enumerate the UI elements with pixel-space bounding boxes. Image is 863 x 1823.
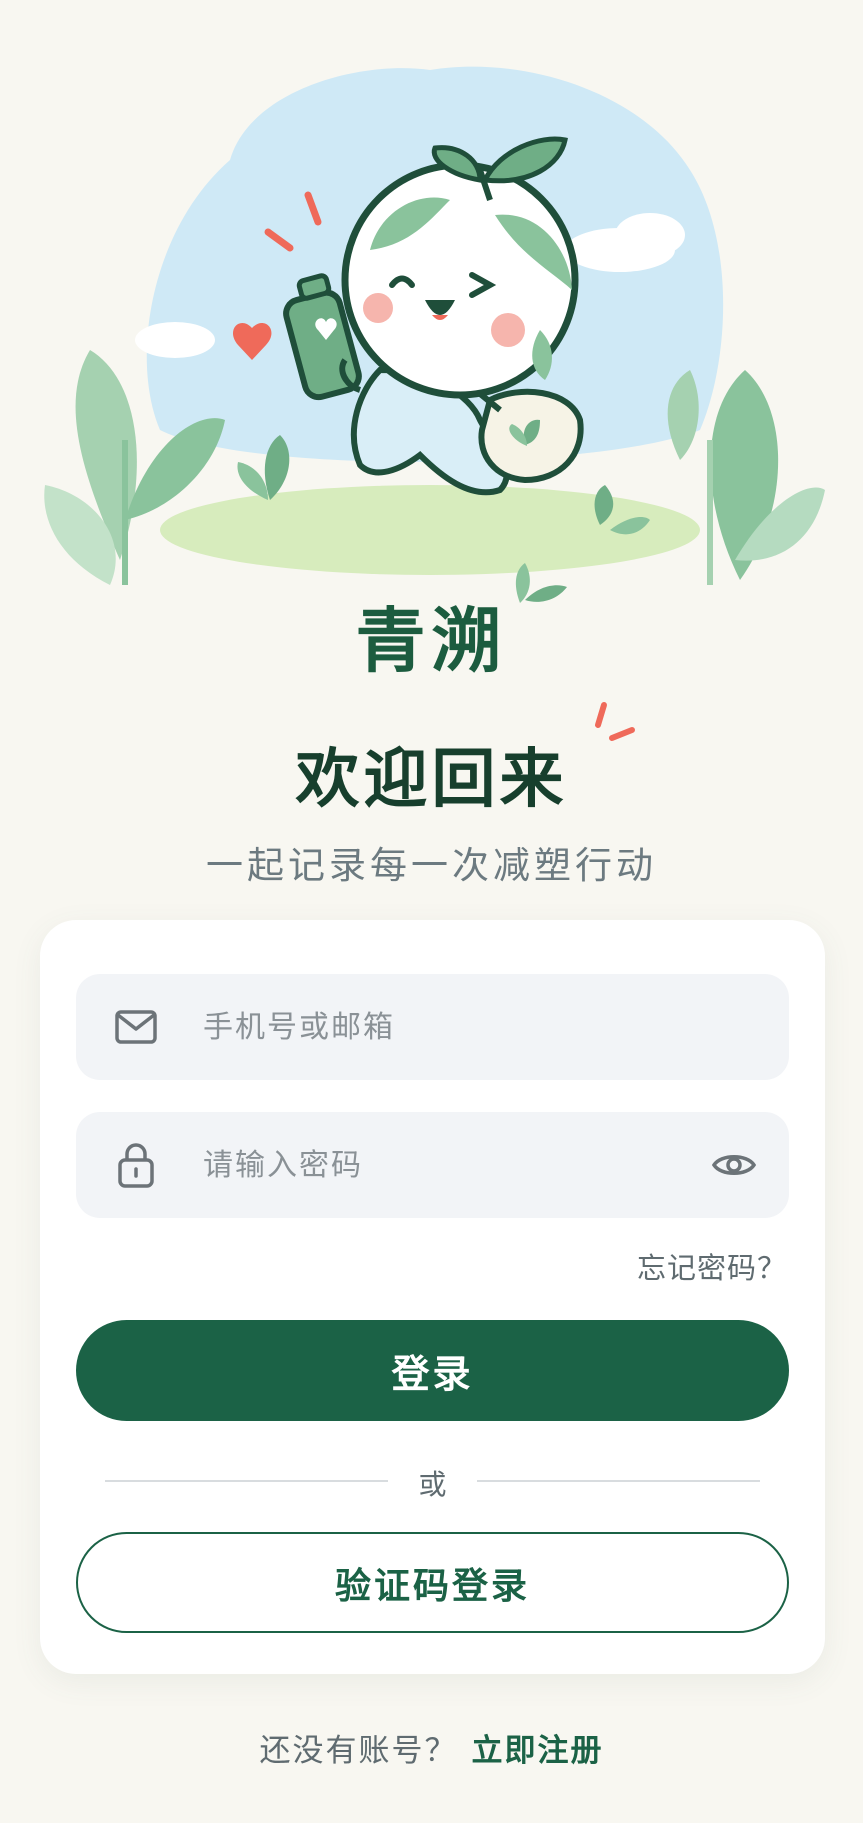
login-card: 忘记密码？ 登录 或 验证码登录: [40, 920, 825, 1674]
mail-icon: [111, 1002, 161, 1052]
eye-icon[interactable]: [709, 1140, 759, 1190]
divider-line-right: [477, 1480, 760, 1482]
lock-icon: [111, 1140, 161, 1190]
signup-prompt: 还没有账号？: [259, 1733, 458, 1769]
password-field[interactable]: [76, 1112, 789, 1218]
app-name: 青溯: [355, 600, 508, 682]
sms-login-button[interactable]: 验证码登录: [76, 1532, 789, 1633]
account-field[interactable]: [76, 974, 789, 1080]
account-input[interactable]: [201, 996, 655, 1058]
forgot-password-link[interactable]: 忘记密码？: [637, 1245, 787, 1287]
signup-row: 还没有账号？ 立即注册: [0, 1725, 863, 1770]
login-screen: 青溯 欢迎回来 一起记录每一次减塑行动 手机号或邮箱 忘记密码？ 登录 或 验证…: [0, 0, 863, 1823]
tagline: 一起记录每一次减塑行动: [206, 844, 657, 887]
register-link[interactable]: 立即注册: [472, 1733, 604, 1769]
divider-text: 或: [418, 1468, 447, 1501]
mascot-illustration: [0, 0, 863, 620]
welcome-heading: 欢迎回来: [295, 743, 568, 817]
login-button[interactable]: 登录: [76, 1320, 789, 1421]
password-input[interactable]: [201, 1134, 655, 1196]
